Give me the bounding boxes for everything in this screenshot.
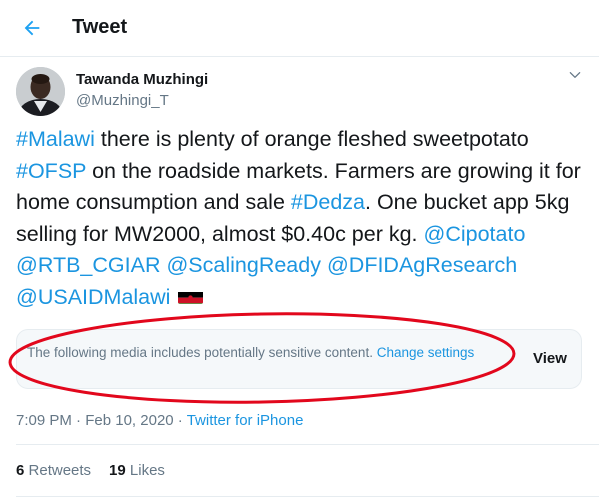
tweet-meta: 7:09 PM · Feb 10, 2020 · Twitter for iPh… — [16, 412, 303, 429]
tweet-text-segment: there is plenty of orange fleshed sweetp… — [94, 127, 529, 151]
retweets-label: Retweets — [28, 462, 92, 479]
sensitive-message: The following media includes potentially… — [27, 343, 497, 362]
tweet-source-link[interactable]: Twitter for iPhone — [187, 412, 304, 429]
top-bar: Tweet — [0, 0, 599, 57]
divider — [16, 496, 599, 497]
divider — [16, 444, 599, 445]
mention-link[interactable]: @RTB_CGIAR — [16, 253, 161, 277]
hashtag-link[interactable]: #Malawi — [16, 127, 95, 151]
tweet-time[interactable]: 7:09 PM — [16, 412, 72, 429]
mention-link[interactable]: @USAIDMalawi — [16, 285, 170, 309]
likes-label: Likes — [129, 462, 165, 479]
author-handle[interactable]: @Muzhingi_T — [76, 92, 169, 109]
author-name[interactable]: Tawanda Muzhingi — [76, 71, 208, 88]
tweet-text-segment — [170, 285, 176, 309]
page-title: Tweet — [72, 16, 128, 38]
avatar[interactable] — [16, 67, 65, 116]
back-button[interactable] — [14, 12, 50, 48]
retweets-count: 6 — [16, 462, 25, 479]
likes-stat[interactable]: 19 Likes — [109, 462, 165, 479]
mention-link[interactable]: @ScalingReady — [166, 253, 321, 277]
sensitive-message-text: The following media includes potentially… — [27, 345, 373, 360]
tweet-text: #Malawi there is plenty of orange fleshe… — [16, 124, 586, 313]
retweets-stat[interactable]: 6 Retweets — [16, 462, 91, 479]
mention-link[interactable]: @DFIDAgResearch — [327, 253, 517, 277]
malawi-flag-icon — [178, 287, 204, 305]
likes-count: 19 — [109, 462, 126, 479]
meta-separator: · — [71, 412, 86, 429]
hashtag-link[interactable]: #Dedza — [291, 190, 365, 214]
meta-separator: · — [173, 412, 187, 429]
hashtag-link[interactable]: #OFSP — [16, 159, 86, 183]
sensitive-media-notice: The following media includes potentially… — [16, 329, 582, 389]
view-button[interactable]: View — [533, 350, 567, 367]
chevron-down-icon — [568, 68, 582, 87]
tweet-stats: 6 Retweets 19 Likes — [16, 462, 165, 479]
change-settings-link[interactable]: Change settings — [377, 345, 475, 360]
mention-link[interactable]: @Cipotato — [424, 222, 526, 246]
more-options-button[interactable] — [564, 66, 586, 88]
arrow-left-icon — [21, 17, 43, 44]
tweet-date[interactable]: Feb 10, 2020 — [85, 412, 173, 429]
